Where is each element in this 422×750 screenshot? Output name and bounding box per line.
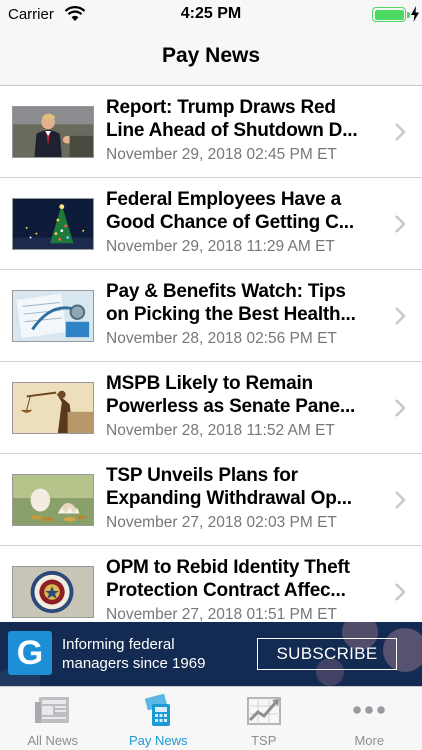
- nest-egg-coins-photo: [12, 474, 94, 526]
- govexec-logo: G: [8, 631, 52, 675]
- justice-statue-photo: [12, 382, 94, 434]
- article-headline: OPM to Rebid Identity Theft Protection C…: [106, 557, 350, 601]
- money-calculator-icon: [145, 694, 171, 726]
- battery-icon: [372, 7, 406, 22]
- newspaper-icon: [34, 697, 69, 723]
- tab-label: More: [354, 733, 385, 748]
- article-date: November 28, 2018 11:52 AM ET: [106, 422, 335, 439]
- news-list-item[interactable]: Report: Trump Draws Red Line Ahead of Sh…: [0, 86, 422, 178]
- tab-pay-news[interactable]: Pay News: [106, 687, 212, 750]
- article-headline: Pay & Benefits Watch: Tips on Picking th…: [106, 281, 356, 325]
- article-date: November 27, 2018 02:03 PM ET: [106, 514, 337, 531]
- tab-label: All News: [27, 733, 79, 748]
- status-bar: Carrier 4:25 PM: [0, 0, 422, 30]
- article-date: November 29, 2018 02:45 PM ET: [106, 146, 337, 163]
- news-list[interactable]: Report: Trump Draws Red Line Ahead of Sh…: [0, 86, 422, 622]
- tab-bar: All News Pay News TSP More: [0, 686, 422, 750]
- christmas-tree-photo: [12, 198, 94, 250]
- battery-fill: [374, 9, 404, 20]
- news-list-item[interactable]: TSP Unveils Plans for Expanding Withdraw…: [0, 454, 422, 546]
- chevron-right-icon: [395, 307, 406, 325]
- banner-tagline: Informing federal managers since 1969: [62, 636, 206, 672]
- chevron-right-icon: [395, 123, 406, 141]
- navigation-bar: Pay News: [0, 30, 422, 86]
- chart-trend-icon: [246, 697, 281, 725]
- article-headline: Federal Employees Have a Good Chance of …: [106, 189, 354, 233]
- tab-label: TSP: [251, 733, 277, 748]
- article-headline: Report: Trump Draws Red Line Ahead of Sh…: [106, 97, 358, 141]
- article-date: November 28, 2018 02:56 PM ET: [106, 330, 337, 347]
- article-headline: TSP Unveils Plans for Expanding Withdraw…: [106, 465, 352, 509]
- chevron-right-icon: [395, 399, 406, 417]
- agency-seal-photo: [12, 566, 94, 618]
- tab-more[interactable]: More: [317, 687, 422, 750]
- chevron-right-icon: [395, 491, 406, 509]
- news-list-item[interactable]: Pay & Benefits Watch: Tips on Picking th…: [0, 270, 422, 362]
- charging-bolt-icon: [411, 6, 419, 22]
- stethoscope-photo: [12, 290, 94, 342]
- subscribe-banner[interactable]: G Informing federal managers since 1969 …: [0, 622, 422, 686]
- chevron-right-icon: [395, 215, 406, 233]
- page-title: Pay News: [161, 44, 261, 67]
- news-list-item[interactable]: Federal Employees Have a Good Chance of …: [0, 178, 422, 270]
- tab-label: Pay News: [128, 733, 188, 748]
- tab-tsp[interactable]: TSP: [211, 687, 317, 750]
- article-date: November 27, 2018 01:51 PM ET: [106, 606, 337, 622]
- tab-all-news[interactable]: All News: [0, 687, 106, 750]
- status-time: 4:25 PM: [180, 5, 242, 22]
- news-list-item[interactable]: MSPB Likely to Remain Powerless as Senat…: [0, 362, 422, 454]
- article-headline: MSPB Likely to Remain Powerless as Senat…: [106, 373, 356, 417]
- subscribe-button[interactable]: SUBSCRIBE: [257, 638, 397, 670]
- speaker-at-podium-photo: [12, 106, 94, 158]
- more-dots-icon: [353, 706, 386, 714]
- news-list-item[interactable]: OPM to Rebid Identity Theft Protection C…: [0, 546, 422, 622]
- article-date: November 29, 2018 11:29 AM ET: [106, 238, 335, 255]
- chevron-right-icon: [395, 583, 406, 601]
